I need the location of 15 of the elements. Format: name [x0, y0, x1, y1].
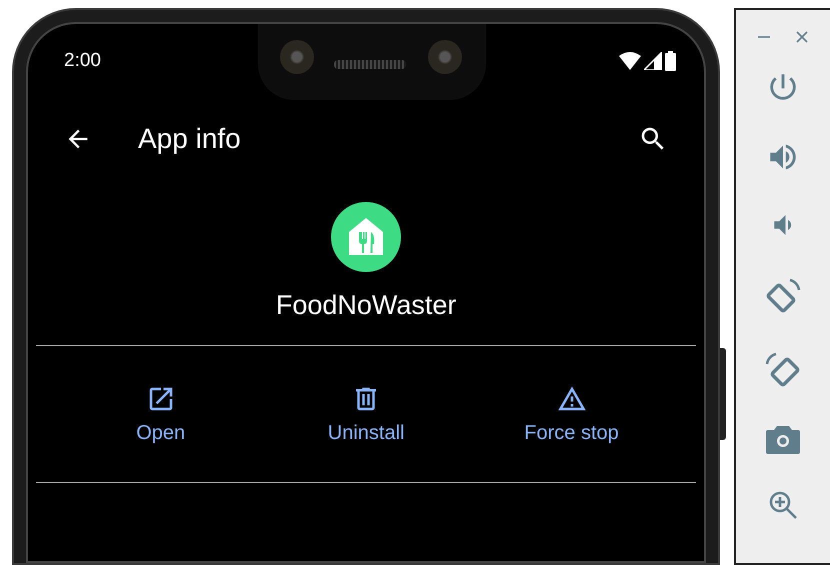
wifi-icon [619, 52, 642, 70]
action-button[interactable]: Force stop [472, 384, 672, 444]
app-name: FoodNoWaster [276, 290, 456, 321]
camera-icon[interactable] [766, 424, 800, 454]
signal-icon [644, 52, 662, 70]
zoom-in-icon[interactable] [768, 490, 798, 520]
rotate-right-icon[interactable] [764, 276, 802, 314]
screen-title: App info [138, 123, 242, 155]
close-icon[interactable] [795, 30, 810, 44]
battery-icon [665, 51, 676, 71]
action-button[interactable]: Open [60, 384, 261, 444]
status-time: 2:00 [64, 50, 101, 72]
rotate-left-icon[interactable] [764, 350, 802, 388]
action-button[interactable]: Uninstall [266, 384, 466, 444]
app-icon [331, 202, 402, 272]
